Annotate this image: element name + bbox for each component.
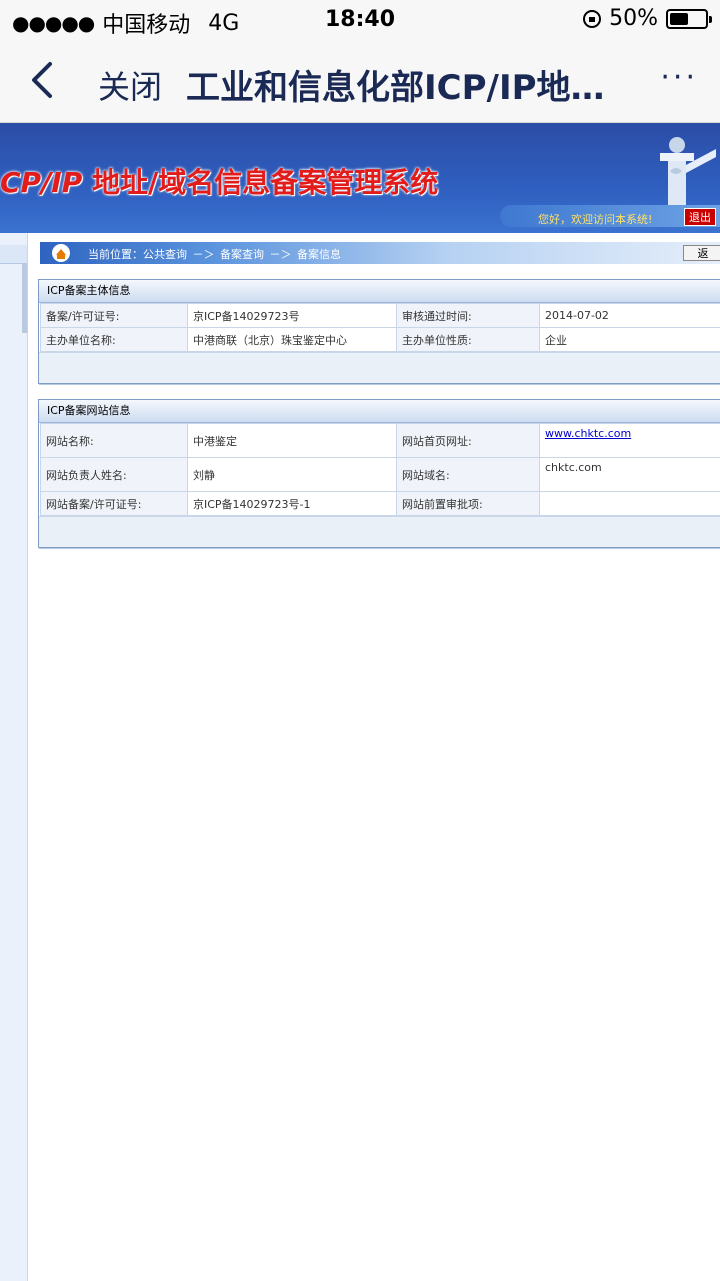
left-frame-tab[interactable] [0, 245, 27, 264]
field-label: 网站首页网址: [396, 423, 540, 458]
field-value: 中港商联（北京）珠宝鉴定中心 [187, 327, 397, 352]
banner-title-prefix: CP/IP [0, 166, 83, 199]
breadcrumb-text: 当前位置：公共查询 －＞ 备案查询 －＞ 备案信息 [88, 248, 341, 261]
field-label: 网站前置审批项: [396, 491, 540, 516]
logout-button[interactable]: 退出 [684, 208, 716, 226]
field-label: 网站名称: [40, 423, 188, 458]
table-row: 备案/许可证号: 京ICP备14029723号 审核通过时间: 2014-07-… [40, 303, 720, 328]
left-frame-scrollbar[interactable] [22, 263, 27, 333]
field-value: 企业 [539, 327, 720, 352]
close-button[interactable]: 关闭 [98, 62, 162, 108]
field-value: 刘静 [187, 457, 397, 492]
table-row: 网站名称: 中港鉴定 网站首页网址: www.chktc.com [40, 423, 720, 458]
field-value: 京ICP备14029723号-1 [187, 491, 397, 516]
rotation-lock-icon [583, 9, 602, 28]
site-banner: CP/IP 地址/域名信息备案管理系统 您好，欢迎访问本系统! 退出 [0, 123, 720, 233]
panel-footer [39, 352, 720, 383]
status-right: 50% [583, 6, 712, 31]
banner-title: CP/IP 地址/域名信息备案管理系统 [0, 161, 438, 201]
more-icon[interactable]: ··· [660, 60, 698, 95]
table-row: 主办单位名称: 中港商联（北京）珠宝鉴定中心 主办单位性质: 企业 [40, 327, 720, 352]
table-row: 网站负责人姓名: 刘静 网站域名: chktc.com [40, 457, 720, 492]
breadcrumb: 当前位置：公共查询 －＞ 备案查询 －＞ 备案信息 返 [40, 242, 720, 264]
left-frame [0, 233, 28, 1281]
nav-bar: 关闭 工业和信息化部ICP/IP地… ··· [0, 40, 720, 123]
welcome-text: 您好，欢迎访问本系统! [538, 213, 653, 226]
icp-site-panel: ICP备案网站信息 网站名称: 中港鉴定 网站首页网址: www.chktc.c… [38, 399, 720, 548]
back-icon[interactable] [28, 60, 58, 100]
return-button[interactable]: 返 [683, 245, 720, 261]
field-value-cell: www.chktc.com [539, 423, 720, 458]
subject-table: 备案/许可证号: 京ICP备14029723号 审核通过时间: 2014-07-… [40, 303, 720, 352]
field-label: 网站备案/许可证号: [40, 491, 188, 516]
table-row: 网站备案/许可证号: 京ICP备14029723号-1 网站前置审批项: [40, 491, 720, 516]
status-bar: ●●●●● 中国移动 4G 18:40 50% [0, 0, 720, 40]
field-value [539, 491, 720, 516]
panel-title: ICP备案网站信息 [39, 400, 720, 423]
home-icon[interactable] [52, 244, 70, 262]
field-label: 网站负责人姓名: [40, 457, 188, 492]
huabiao-pillar-icon [660, 137, 716, 211]
field-value: 2014-07-02 [539, 303, 720, 328]
panel-title: ICP备案主体信息 [39, 280, 720, 303]
panel-footer [39, 516, 720, 547]
field-label: 网站域名: [396, 457, 540, 492]
field-label: 备案/许可证号: [40, 303, 188, 328]
battery-percent: 50% [609, 6, 658, 31]
site-table: 网站名称: 中港鉴定 网站首页网址: www.chktc.com 网站负责人姓名… [40, 423, 720, 516]
homepage-link[interactable]: www.chktc.com [545, 427, 631, 440]
field-label: 主办单位名称: [40, 327, 188, 352]
banner-title-rest: 地址/域名信息备案管理系统 [82, 166, 439, 199]
field-value: 中港鉴定 [187, 423, 397, 458]
icp-subject-panel: ICP备案主体信息 备案/许可证号: 京ICP备14029723号 审核通过时间… [38, 279, 720, 384]
field-value: 京ICP备14029723号 [187, 303, 397, 328]
field-label: 主办单位性质: [396, 327, 540, 352]
battery-icon [666, 8, 712, 29]
page-title: 工业和信息化部ICP/IP地… [186, 68, 605, 108]
field-label: 审核通过时间: [396, 303, 540, 328]
field-value: chktc.com [539, 457, 720, 492]
